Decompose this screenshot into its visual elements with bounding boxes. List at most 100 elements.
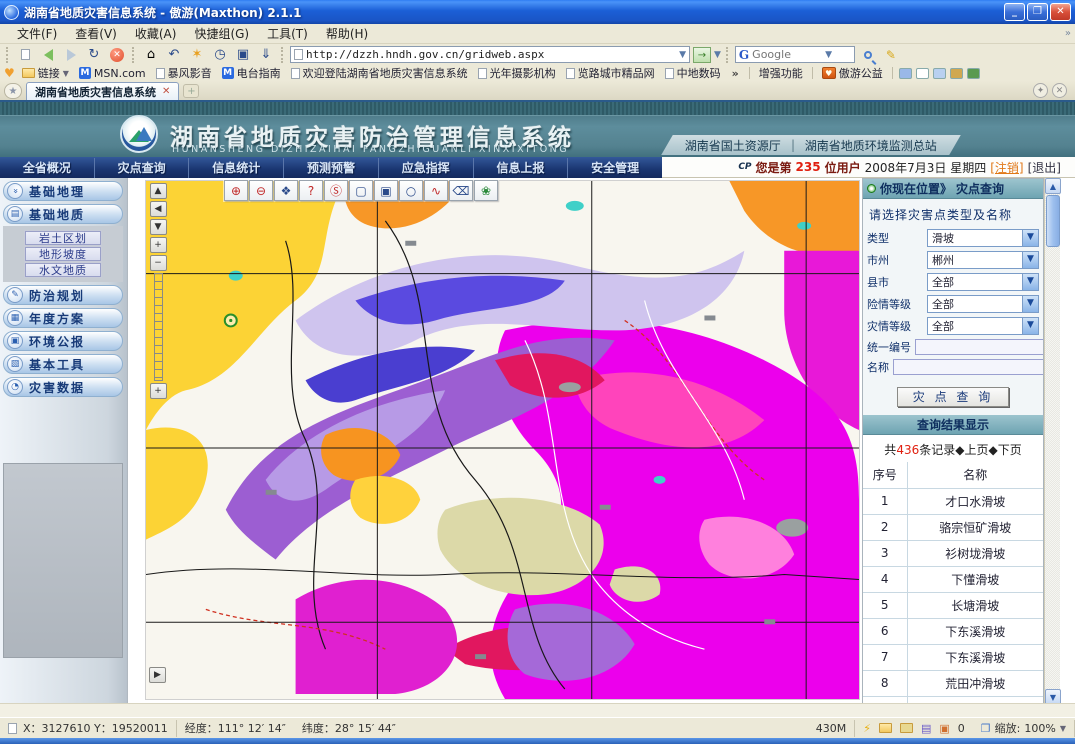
link-radio[interactable]: M电台指南 [219, 65, 284, 81]
measure-icon[interactable]: ? [299, 180, 323, 201]
sidebar-sub-hydrogeology[interactable]: 水文地质 [25, 263, 101, 277]
link-land-resources[interactable]: 湖南省国土资源厅 [685, 137, 781, 154]
download-button[interactable]: ⇓ [256, 46, 276, 64]
folder-icon[interactable] [879, 723, 892, 733]
zoom-plus-bottom-button[interactable]: + [150, 383, 167, 399]
menu-help[interactable]: 帮助(H) [317, 25, 377, 42]
risk-level-select[interactable]: 全部▼ [927, 295, 1039, 313]
city-select[interactable]: 郴州▼ [927, 251, 1039, 269]
sidebar-sub-terrain-slope[interactable]: 地形坡度 [25, 247, 101, 261]
page-scrollbar[interactable]: ▲ ▼ [1044, 178, 1060, 705]
folder-plus-icon[interactable] [900, 723, 913, 733]
favorites-heart-icon[interactable]: ♥ [4, 66, 15, 80]
address-dropdown-icon[interactable]: ▼ [679, 50, 686, 60]
chevron-down-icon[interactable]: ▼ [1022, 274, 1038, 290]
pan-up-icon[interactable]: ▲ [150, 183, 167, 199]
zoom-plus-button[interactable]: + [150, 237, 167, 253]
sidebar-item-annual-plan[interactable]: ▦ 年度方案 [3, 308, 123, 328]
restore-button[interactable]: ❐ [1027, 3, 1048, 21]
sidebar-item-env-bulletin[interactable]: ▣ 环境公报 [3, 331, 123, 351]
image-filter-icon[interactable]: ▣ [939, 722, 949, 735]
tab-close-icon[interactable]: ✕ [162, 86, 170, 97]
table-row[interactable]: 5长塘滑坡 [863, 592, 1043, 618]
sidebar-item-disaster-data[interactable]: ◔ 灾害数据 [3, 377, 123, 397]
tab-star-icon[interactable]: ★ [4, 83, 22, 99]
go-button[interactable]: → [693, 47, 711, 63]
highlight-button[interactable]: ✎ [881, 46, 901, 64]
scroll-up-icon[interactable]: ▲ [1045, 178, 1061, 194]
refresh-button[interactable]: ↻ [84, 46, 104, 64]
zoom-box-icon[interactable]: ▢ [349, 180, 373, 201]
paint-icon[interactable] [950, 68, 963, 79]
nav-disaster-query[interactable]: 灾点查询 [95, 158, 190, 178]
sidebar-sub-rock-zoning[interactable]: 岩土区划 [25, 231, 101, 245]
forward-button[interactable] [61, 46, 81, 64]
menu-file[interactable]: 文件(F) [8, 25, 66, 42]
links-overflow-button[interactable]: » [728, 67, 743, 80]
name-input[interactable] [893, 359, 1044, 375]
prev-page-link[interactable]: ◆上页 [955, 443, 988, 457]
legend-icon[interactable]: ❀ [474, 180, 498, 201]
tab-close-all-button[interactable]: ✕ [1052, 83, 1067, 98]
table-row[interactable]: 2骆宗恒矿滑坡 [863, 514, 1043, 540]
history-button[interactable]: ◷ [210, 46, 230, 64]
county-select[interactable]: 全部▼ [927, 273, 1039, 291]
new-tab-plus-button[interactable]: + [183, 84, 199, 98]
pan-left-icon[interactable]: ◀ [150, 201, 167, 217]
menu-favorites[interactable]: 收藏(A) [126, 25, 186, 42]
table-row[interactable]: 1才口水滑坡 [863, 488, 1043, 514]
search-button[interactable] [858, 46, 878, 64]
proxy-icon[interactable] [899, 68, 912, 79]
chevron-down-icon[interactable]: ▼ [1022, 318, 1038, 334]
undo-button[interactable]: ↶ [164, 46, 184, 64]
menu-tools[interactable]: 工具(T) [258, 25, 317, 42]
disaster-level-select[interactable]: 全部▼ [927, 317, 1039, 335]
book-icon[interactable]: ▤ [921, 722, 931, 735]
sidebar-item-basic-tools[interactable]: ▧ 基本工具 [3, 354, 123, 374]
eraser-icon[interactable]: ⌫ [449, 180, 473, 201]
next-page-link[interactable]: ◆下页 [988, 443, 1021, 457]
address-input[interactable] [306, 48, 676, 61]
table-row[interactable]: 8荒田冲滑坡 [863, 670, 1043, 696]
pan-icon[interactable]: ❖ [274, 180, 298, 201]
zoom-slider[interactable] [154, 273, 163, 381]
pan-down-icon[interactable]: ▼ [150, 219, 167, 235]
identify-icon[interactable]: ○ [399, 180, 423, 201]
charity-button[interactable]: ♥傲游公益 [819, 65, 886, 81]
filler-wand-button[interactable]: ✶ [187, 46, 207, 64]
minimize-button[interactable]: _ [1004, 3, 1025, 21]
nav-statistics[interactable]: 信息统计 [189, 158, 284, 178]
nav-forecast[interactable]: 预测预警 [284, 158, 379, 178]
unified-id-input[interactable] [915, 339, 1044, 355]
sidebar-item-base-geology[interactable]: ▤ 基础地质 [3, 204, 123, 224]
table-row[interactable]: 6下东溪滑坡 [863, 618, 1043, 644]
geological-map[interactable] [145, 180, 860, 700]
menu-view[interactable]: 查看(V) [66, 25, 126, 42]
tab-tools-button[interactable]: ✦ [1033, 83, 1048, 98]
sidebar-item-prevention-plan[interactable]: ✎ 防治规划 [3, 285, 123, 305]
scrollbar-thumb[interactable] [1046, 195, 1060, 247]
sidebar-item-base-geography[interactable]: » 基础地理 [3, 181, 123, 201]
link-baofeng[interactable]: 暴风影音 [153, 65, 215, 81]
link-msn[interactable]: MMSN.com [76, 67, 149, 80]
zoom-out-icon[interactable]: ⊖ [249, 180, 273, 201]
link-hunan-system[interactable]: 欢迎登陆湖南省地质灾害信息系统 [288, 65, 471, 81]
stop-button[interactable]: ✕ [107, 46, 127, 64]
nav-emergency[interactable]: 应急指挥 [379, 158, 474, 178]
menu-groups[interactable]: 快捷组(G) [185, 25, 258, 42]
active-tab[interactable]: 湖南省地质灾害信息系统 ✕ [26, 82, 179, 100]
logout-link[interactable]: [注销] [990, 159, 1023, 176]
scale-icon[interactable]: Ⓢ [324, 180, 348, 201]
exit-link[interactable]: [退出] [1028, 159, 1061, 176]
links-folder[interactable]: 链接▼ [19, 65, 72, 81]
settings-icon[interactable] [967, 68, 980, 79]
pan-right-icon[interactable]: ▶ [149, 667, 166, 683]
link-zhongdi[interactable]: 中地数码 [662, 65, 724, 81]
plugins-button[interactable]: 增强功能 [756, 65, 806, 81]
pages-icon[interactable] [933, 68, 946, 79]
close-button[interactable]: ✕ [1050, 3, 1071, 21]
search-input[interactable] [752, 48, 822, 61]
link-button[interactable]: ▣ [233, 46, 253, 64]
draw-line-icon[interactable]: ∿ [424, 180, 448, 201]
zoom-control[interactable]: ❐ 缩放:100% ▼ [973, 720, 1075, 737]
